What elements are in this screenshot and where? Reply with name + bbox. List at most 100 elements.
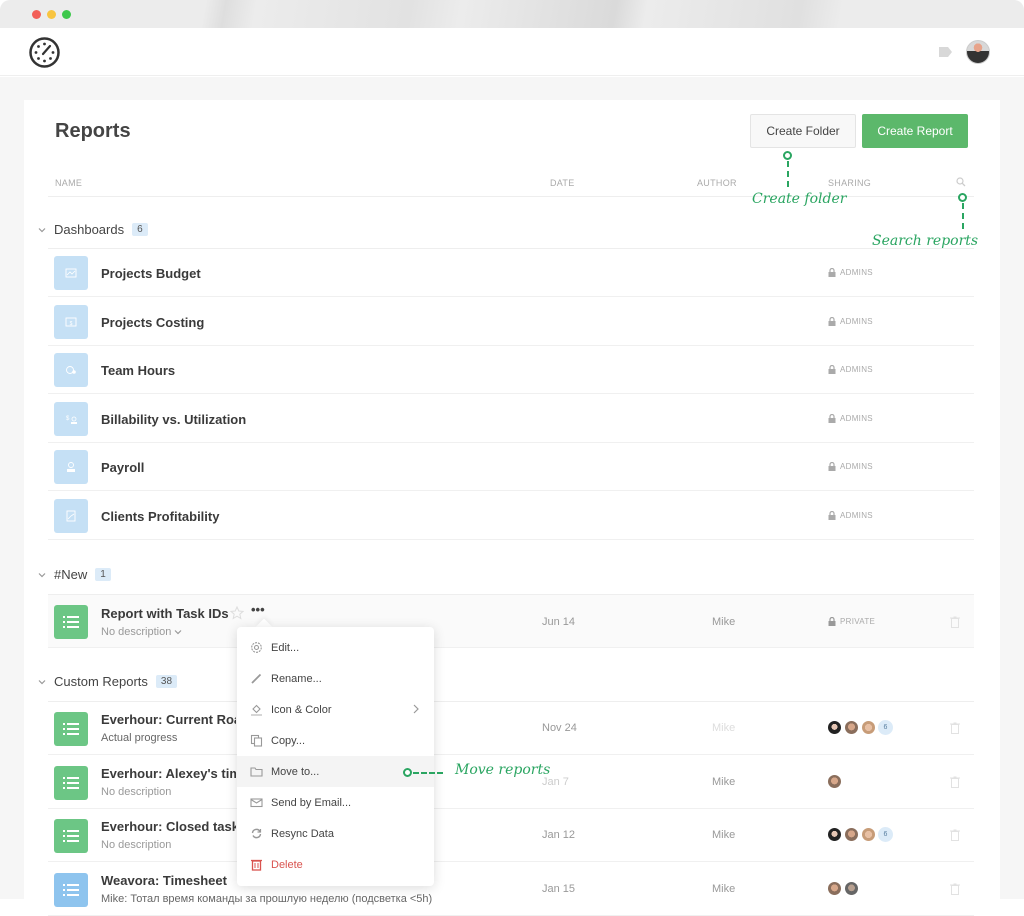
user-avatar[interactable] bbox=[966, 40, 990, 64]
sharing-status: ADMINS bbox=[828, 511, 873, 520]
report-name[interactable]: Everhour: Closed tasks bbox=[101, 819, 236, 834]
app-window: Reports Create Folder Create Report NAME… bbox=[0, 0, 1024, 916]
report-name[interactable]: Projects Costing bbox=[101, 315, 204, 330]
menu-item-edit[interactable]: Edit... bbox=[237, 632, 434, 663]
more-users-badge: 6 bbox=[878, 827, 893, 842]
menu-item-rename[interactable]: Rename... bbox=[237, 663, 434, 694]
annotation-move-reports: Move reports bbox=[455, 762, 551, 778]
trash-icon[interactable] bbox=[950, 883, 960, 895]
sharing-status: ADMINS bbox=[828, 413, 873, 423]
sharing-status: ADMINS bbox=[828, 268, 873, 277]
shared-with-avatars[interactable] bbox=[827, 880, 861, 896]
star-icon[interactable] bbox=[230, 606, 244, 620]
group-dashboards[interactable]: Dashboards 6 bbox=[37, 222, 148, 237]
lock-icon bbox=[828, 511, 836, 520]
menu-item-resync[interactable]: Resync Data bbox=[237, 818, 434, 849]
trash-icon[interactable] bbox=[950, 722, 960, 734]
column-header-name[interactable]: NAME bbox=[55, 178, 82, 188]
gear-icon bbox=[250, 641, 263, 654]
dashboard-row[interactable]: Team Hours ADMINS bbox=[48, 346, 974, 395]
avatar bbox=[861, 720, 876, 735]
close-window-button[interactable] bbox=[32, 10, 41, 19]
avatar bbox=[827, 720, 842, 735]
more-options-icon[interactable]: ••• bbox=[251, 602, 265, 617]
paint-bucket-icon bbox=[250, 703, 263, 716]
search-icon[interactable] bbox=[956, 177, 966, 187]
lock-icon bbox=[828, 462, 836, 472]
report-row[interactable]: Everhour: Closed tasks No description Jan … bbox=[48, 809, 974, 862]
chevron-down-icon bbox=[38, 227, 46, 232]
group-count-badge: 1 bbox=[95, 568, 111, 581]
report-name[interactable]: Report with Task IDs bbox=[101, 606, 229, 621]
report-author: Mike bbox=[712, 829, 736, 841]
minimize-window-button[interactable] bbox=[47, 10, 56, 19]
menu-item-delete[interactable]: Delete bbox=[237, 849, 434, 880]
report-author: Mike bbox=[712, 616, 736, 628]
trash-icon[interactable] bbox=[950, 616, 960, 628]
billing-team-icon: $ bbox=[54, 401, 88, 436]
report-row[interactable]: Everhour: Current Roadmap Actual progress… bbox=[48, 702, 974, 755]
report-name[interactable]: Billability vs. Utilization bbox=[101, 412, 246, 427]
list-icon bbox=[54, 712, 88, 746]
report-row[interactable]: Weavora: Timesheet Mike: Тотал время кома… bbox=[48, 863, 974, 916]
avatar bbox=[844, 880, 859, 896]
folder-icon bbox=[250, 765, 263, 778]
list-icon bbox=[54, 872, 88, 907]
sharing-status: PRIVATE bbox=[828, 617, 875, 626]
top-navbar bbox=[0, 28, 1024, 76]
report-description[interactable]: Actual progress bbox=[101, 732, 177, 744]
refresh-icon bbox=[250, 827, 263, 840]
lock-icon bbox=[828, 316, 836, 326]
chart-folder-icon bbox=[54, 256, 88, 290]
trash-icon[interactable] bbox=[950, 829, 960, 841]
shared-with-avatars[interactable]: 6 bbox=[827, 720, 893, 735]
chevron-down-icon bbox=[38, 679, 46, 684]
sharing-status: ADMINS bbox=[828, 365, 873, 375]
report-author: Mike bbox=[712, 882, 736, 895]
menu-item-send-email[interactable]: Send by Email... bbox=[237, 787, 434, 818]
report-description[interactable]: No description bbox=[101, 626, 182, 638]
column-header-sharing[interactable]: SHARING bbox=[828, 178, 871, 188]
report-name[interactable]: Everhour: Current Roadmap bbox=[101, 712, 236, 727]
list-icon bbox=[54, 605, 88, 639]
dashboard-row[interactable]: $ Billability vs. Utilization ADMINS bbox=[48, 395, 974, 443]
sharing-status: ADMINS bbox=[828, 316, 873, 326]
report-name[interactable]: Projects Budget bbox=[101, 266, 201, 281]
maximize-window-button[interactable] bbox=[62, 10, 71, 19]
report-name[interactable]: Team Hours bbox=[101, 363, 175, 378]
copy-icon bbox=[250, 734, 263, 747]
menu-item-copy[interactable]: Copy... bbox=[237, 725, 434, 756]
dashboard-row[interactable]: Payroll ADMINS bbox=[48, 443, 974, 492]
shared-with-avatars[interactable] bbox=[827, 773, 844, 789]
lock-icon bbox=[828, 617, 836, 626]
payroll-icon bbox=[54, 450, 88, 485]
window-titlebar bbox=[0, 0, 1024, 28]
stopwatch-logo-icon[interactable] bbox=[28, 36, 61, 69]
column-header-author[interactable]: AUTHOR bbox=[697, 178, 737, 188]
group-custom-reports[interactable]: Custom Reports 38 bbox=[37, 674, 178, 689]
report-date: Jun 14 bbox=[542, 616, 576, 628]
dashboard-row[interactable]: $ Projects Costing ADMINS bbox=[48, 298, 974, 346]
create-folder-button[interactable]: Create Folder bbox=[750, 114, 856, 148]
column-header-date[interactable]: DATE bbox=[550, 178, 575, 188]
trash-icon[interactable] bbox=[950, 776, 960, 788]
report-name[interactable]: Weavora: Timesheet bbox=[101, 873, 236, 888]
report-name[interactable]: Payroll bbox=[101, 460, 144, 475]
trash-icon bbox=[250, 858, 263, 871]
report-row[interactable]: Report with Task IDs ••• No description … bbox=[48, 595, 974, 648]
menu-item-icon-color[interactable]: Icon & Color bbox=[237, 694, 434, 725]
group-label: #New bbox=[54, 567, 88, 582]
report-description[interactable]: No description bbox=[101, 786, 171, 798]
dashboard-row[interactable]: Clients Profitability ADMINS bbox=[48, 492, 974, 540]
report-name[interactable]: Clients Profitability bbox=[101, 509, 219, 524]
dashboard-row[interactable]: Projects Budget ADMINS bbox=[48, 249, 974, 297]
group-count-badge: 6 bbox=[132, 223, 148, 236]
bell-icon[interactable] bbox=[937, 44, 953, 60]
report-description[interactable]: No description bbox=[101, 839, 171, 851]
shared-with-avatars[interactable]: 6 bbox=[827, 827, 893, 842]
report-date: Nov 24 bbox=[542, 722, 577, 734]
create-report-button[interactable]: Create Report bbox=[862, 114, 968, 148]
group-new[interactable]: #New 1 bbox=[37, 567, 111, 582]
report-name[interactable]: Everhour: Alexey's timesheet bbox=[101, 766, 236, 781]
annotation-line bbox=[962, 203, 964, 229]
